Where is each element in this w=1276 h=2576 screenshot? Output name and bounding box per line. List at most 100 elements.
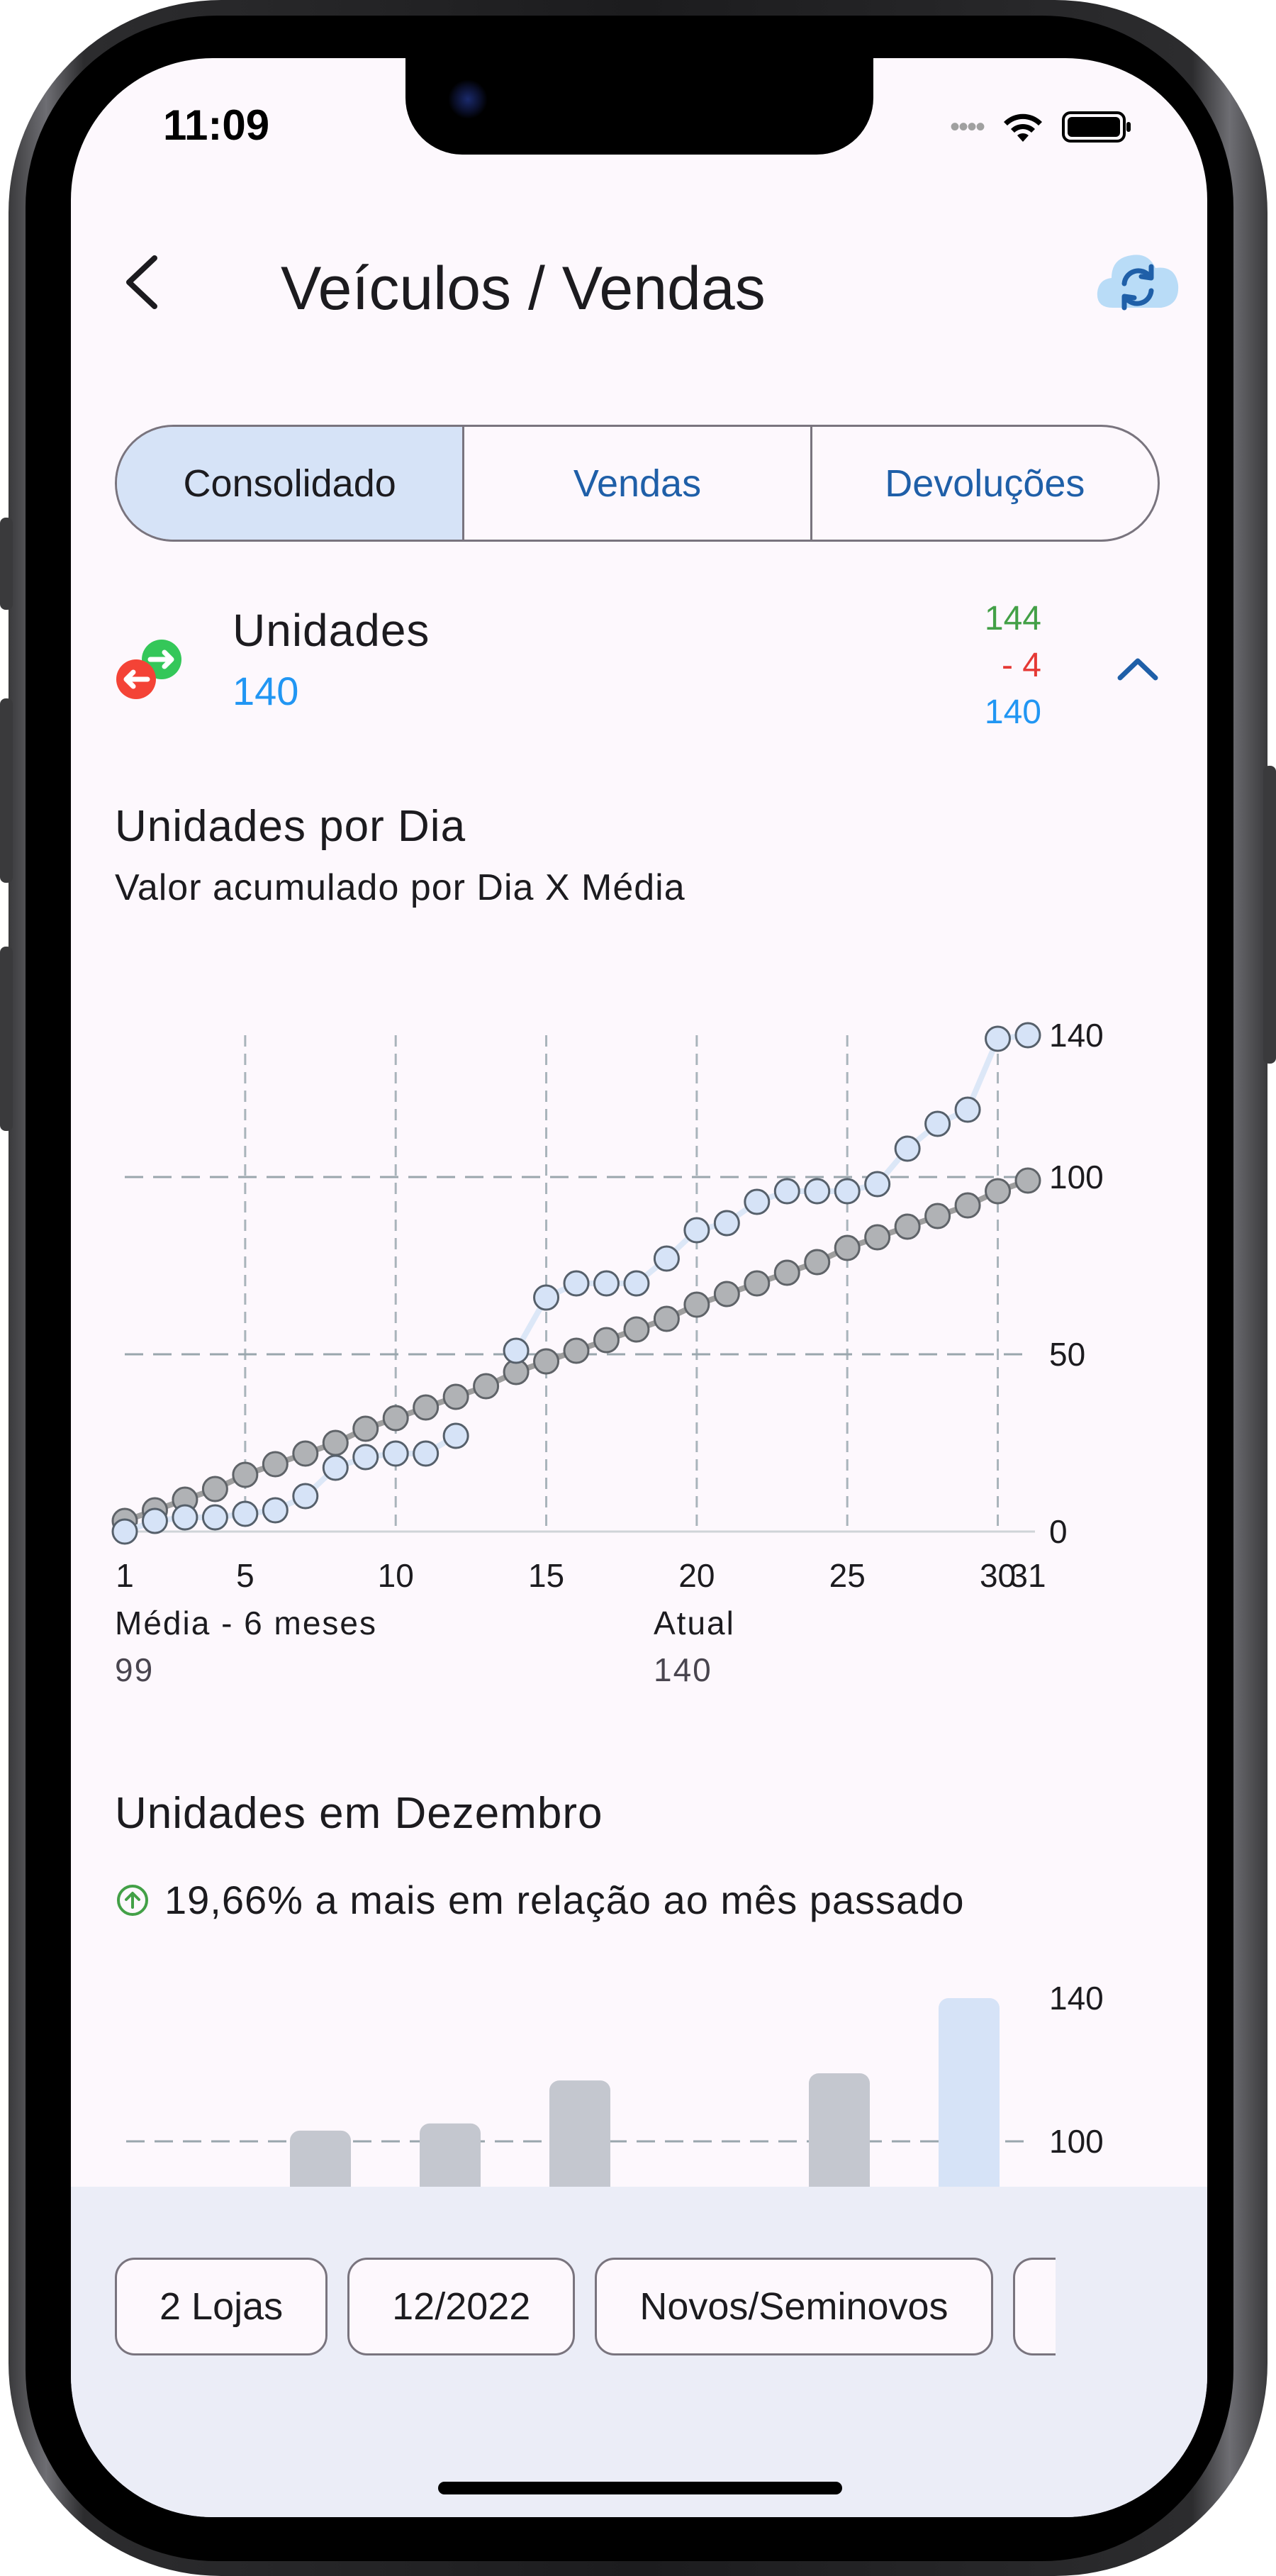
y-tick-label: 0 — [1049, 1513, 1068, 1550]
sync-button[interactable] — [1092, 240, 1184, 325]
current-data-point — [804, 1178, 831, 1205]
monthly-bar-chart: 100 140 — [126, 1980, 1104, 2192]
units-total: 140 — [984, 693, 1041, 731]
side-button-power — [1263, 766, 1276, 1064]
bar — [290, 2130, 351, 2192]
bar — [809, 2073, 870, 2192]
filter-chip-more[interactable] — [1012, 2258, 1056, 2355]
units-title: Unidades — [233, 605, 430, 656]
average-data-point — [593, 1327, 620, 1354]
current-data-point — [653, 1245, 680, 1272]
filter-panel: 2 Lojas 12/2022 Novos/Seminovos — [71, 2187, 1207, 2517]
average-value: 99 — [115, 1651, 155, 1688]
current-data-point — [924, 1110, 951, 1137]
average-data-point — [894, 1213, 921, 1240]
units-breakdown: 144 - 4 140 — [985, 596, 1041, 736]
bar — [420, 2123, 481, 2192]
filter-chip-period[interactable]: 12/2022 — [347, 2258, 576, 2355]
front-camera — [448, 79, 488, 119]
app-bar: Veículos / Vendas — [71, 228, 1207, 328]
side-button-volume-up — [0, 698, 13, 883]
swap-arrows-icon — [116, 640, 181, 699]
x-tick-label: 20 — [678, 1557, 715, 1594]
current-data-point — [503, 1337, 530, 1364]
bar — [549, 2080, 610, 2192]
current-data-point — [111, 1518, 138, 1545]
monthly-chart-title: Unidades em Dezembro — [115, 1789, 603, 1838]
average-data-point — [262, 1451, 289, 1478]
current-data-point — [413, 1440, 440, 1467]
current-data-point — [352, 1444, 379, 1471]
average-data-point — [834, 1234, 861, 1261]
current-data-point — [683, 1217, 710, 1244]
average-data-point — [653, 1305, 680, 1332]
status-time: 11:09 — [163, 101, 270, 149]
average-data-point — [413, 1394, 440, 1421]
average-data-point — [442, 1383, 469, 1410]
side-button-volume-down — [0, 947, 13, 1131]
current-data-point — [322, 1454, 349, 1481]
current-data-point — [141, 1507, 168, 1534]
view-segmented-control: Consolidado Vendas Devoluções — [115, 425, 1160, 542]
filter-chips: 2 Lojas 12/2022 Novos/Seminovos — [115, 2258, 1056, 2355]
wifi-icon — [1004, 113, 1043, 142]
current-value: 140 — [654, 1651, 712, 1688]
current-data-point — [563, 1270, 590, 1297]
current-data-point — [623, 1270, 650, 1297]
status-icons: •••• — [950, 109, 1133, 145]
average-data-point — [533, 1348, 560, 1375]
x-tick-label: 31 — [1009, 1557, 1046, 1594]
units-negative: - 4 — [1001, 647, 1041, 684]
average-data-point — [1014, 1167, 1041, 1194]
average-data-point — [864, 1224, 891, 1251]
current-data-point — [864, 1171, 891, 1198]
y-tick-label: 140 — [1049, 1017, 1104, 1054]
current-data-point — [201, 1504, 228, 1531]
daily-cumulative-chart: 0501001401 5 10 15 20 25 3031 — [111, 1017, 1104, 1594]
current-data-point — [172, 1504, 198, 1531]
tab-consolidado[interactable]: Consolidado — [117, 427, 463, 540]
y-tick-label: 140 — [1049, 1980, 1104, 2017]
growth-text: 19,66% a mais em relação ao mês passado — [164, 1878, 965, 1922]
current-data-point — [985, 1025, 1012, 1052]
cloud-sync-icon — [1097, 255, 1179, 311]
average-data-point — [292, 1440, 319, 1467]
arrow-up-circle-icon — [117, 1884, 148, 1916]
average-data-point — [201, 1476, 228, 1502]
filter-chip-stores[interactable]: 2 Lojas — [115, 2258, 328, 2355]
daily-chart-title: Unidades por Dia — [115, 802, 466, 851]
current-data-point — [533, 1284, 560, 1311]
current-data-point — [232, 1500, 259, 1527]
current-data-point — [593, 1270, 620, 1297]
average-data-point — [744, 1270, 771, 1297]
current-data-point — [834, 1178, 861, 1205]
average-data-point — [804, 1249, 831, 1276]
chevron-up-icon[interactable] — [1113, 647, 1163, 689]
average-data-point — [322, 1429, 349, 1456]
home-indicator[interactable] — [438, 2482, 842, 2494]
average-data-point — [352, 1415, 379, 1442]
current-data-point — [894, 1135, 921, 1162]
growth-indicator: 19,66% a mais em relação ao mês passado — [115, 1877, 964, 1923]
average-data-point — [473, 1373, 500, 1400]
filter-chip-vehicle-type[interactable]: Novos/Seminovos — [595, 2258, 993, 2355]
average-data-point — [773, 1259, 800, 1286]
units-value: 140 — [233, 669, 299, 713]
units-summary[interactable]: Unidades 140 144 - 4 140 — [71, 600, 1207, 746]
page-title: Veículos / Vendas — [281, 255, 766, 323]
average-data-point — [954, 1192, 981, 1219]
average-data-point — [683, 1291, 710, 1318]
tab-devolucoes[interactable]: Devoluções — [810, 427, 1158, 540]
current-data-point — [713, 1210, 740, 1237]
current-data-point — [262, 1497, 289, 1524]
average-data-point — [382, 1405, 409, 1432]
back-button[interactable] — [106, 247, 177, 318]
x-tick-label: 1 — [116, 1557, 134, 1594]
average-data-point — [985, 1178, 1012, 1205]
x-tick-label: 25 — [829, 1557, 866, 1594]
units-positive: 144 — [984, 600, 1041, 637]
average-data-point — [924, 1203, 951, 1230]
tab-vendas[interactable]: Vendas — [462, 427, 810, 540]
current-data-point — [1014, 1022, 1041, 1049]
average-data-point — [713, 1281, 740, 1307]
